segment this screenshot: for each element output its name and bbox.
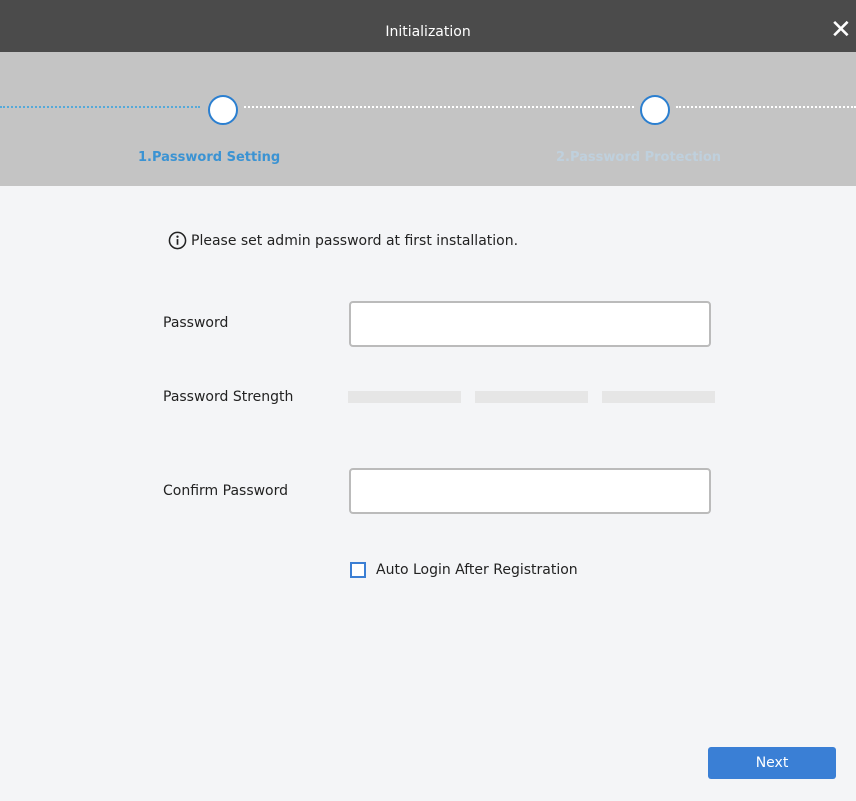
confirm-password-input[interactable]	[349, 468, 711, 514]
password-label: Password	[163, 315, 229, 331]
title-bar: Initialization ✕	[0, 0, 856, 52]
strength-bar-medium	[475, 391, 588, 403]
step-1-circle-icon	[208, 95, 238, 125]
next-button[interactable]: Next	[708, 747, 836, 779]
auto-login-option[interactable]: Auto Login After Registration	[350, 562, 578, 578]
password-strength-label: Password Strength	[163, 389, 294, 405]
step-connector-right	[676, 106, 856, 108]
step-2-label: 2.Password Protection	[556, 150, 722, 165]
info-message: Please set admin password at first insta…	[168, 231, 518, 250]
step-connector-left	[0, 106, 200, 108]
confirm-password-label: Confirm Password	[163, 483, 289, 499]
auto-login-checkbox[interactable]	[350, 562, 366, 578]
step-connector-middle	[244, 106, 634, 108]
progress-stepper: 1.Password Setting 2.Password Protection	[0, 52, 856, 186]
info-text: Please set admin password at first insta…	[191, 232, 519, 249]
close-icon[interactable]: ✕	[830, 14, 856, 46]
auto-login-label: Auto Login After Registration	[376, 562, 578, 578]
strength-bar-weak	[348, 391, 461, 403]
window-title: Initialization	[385, 24, 471, 40]
step-1-label: 1.Password Setting	[138, 150, 281, 165]
password-input[interactable]	[349, 301, 711, 347]
info-icon	[168, 231, 187, 250]
strength-bar-strong	[602, 391, 715, 403]
step-2-circle-icon	[640, 95, 670, 125]
